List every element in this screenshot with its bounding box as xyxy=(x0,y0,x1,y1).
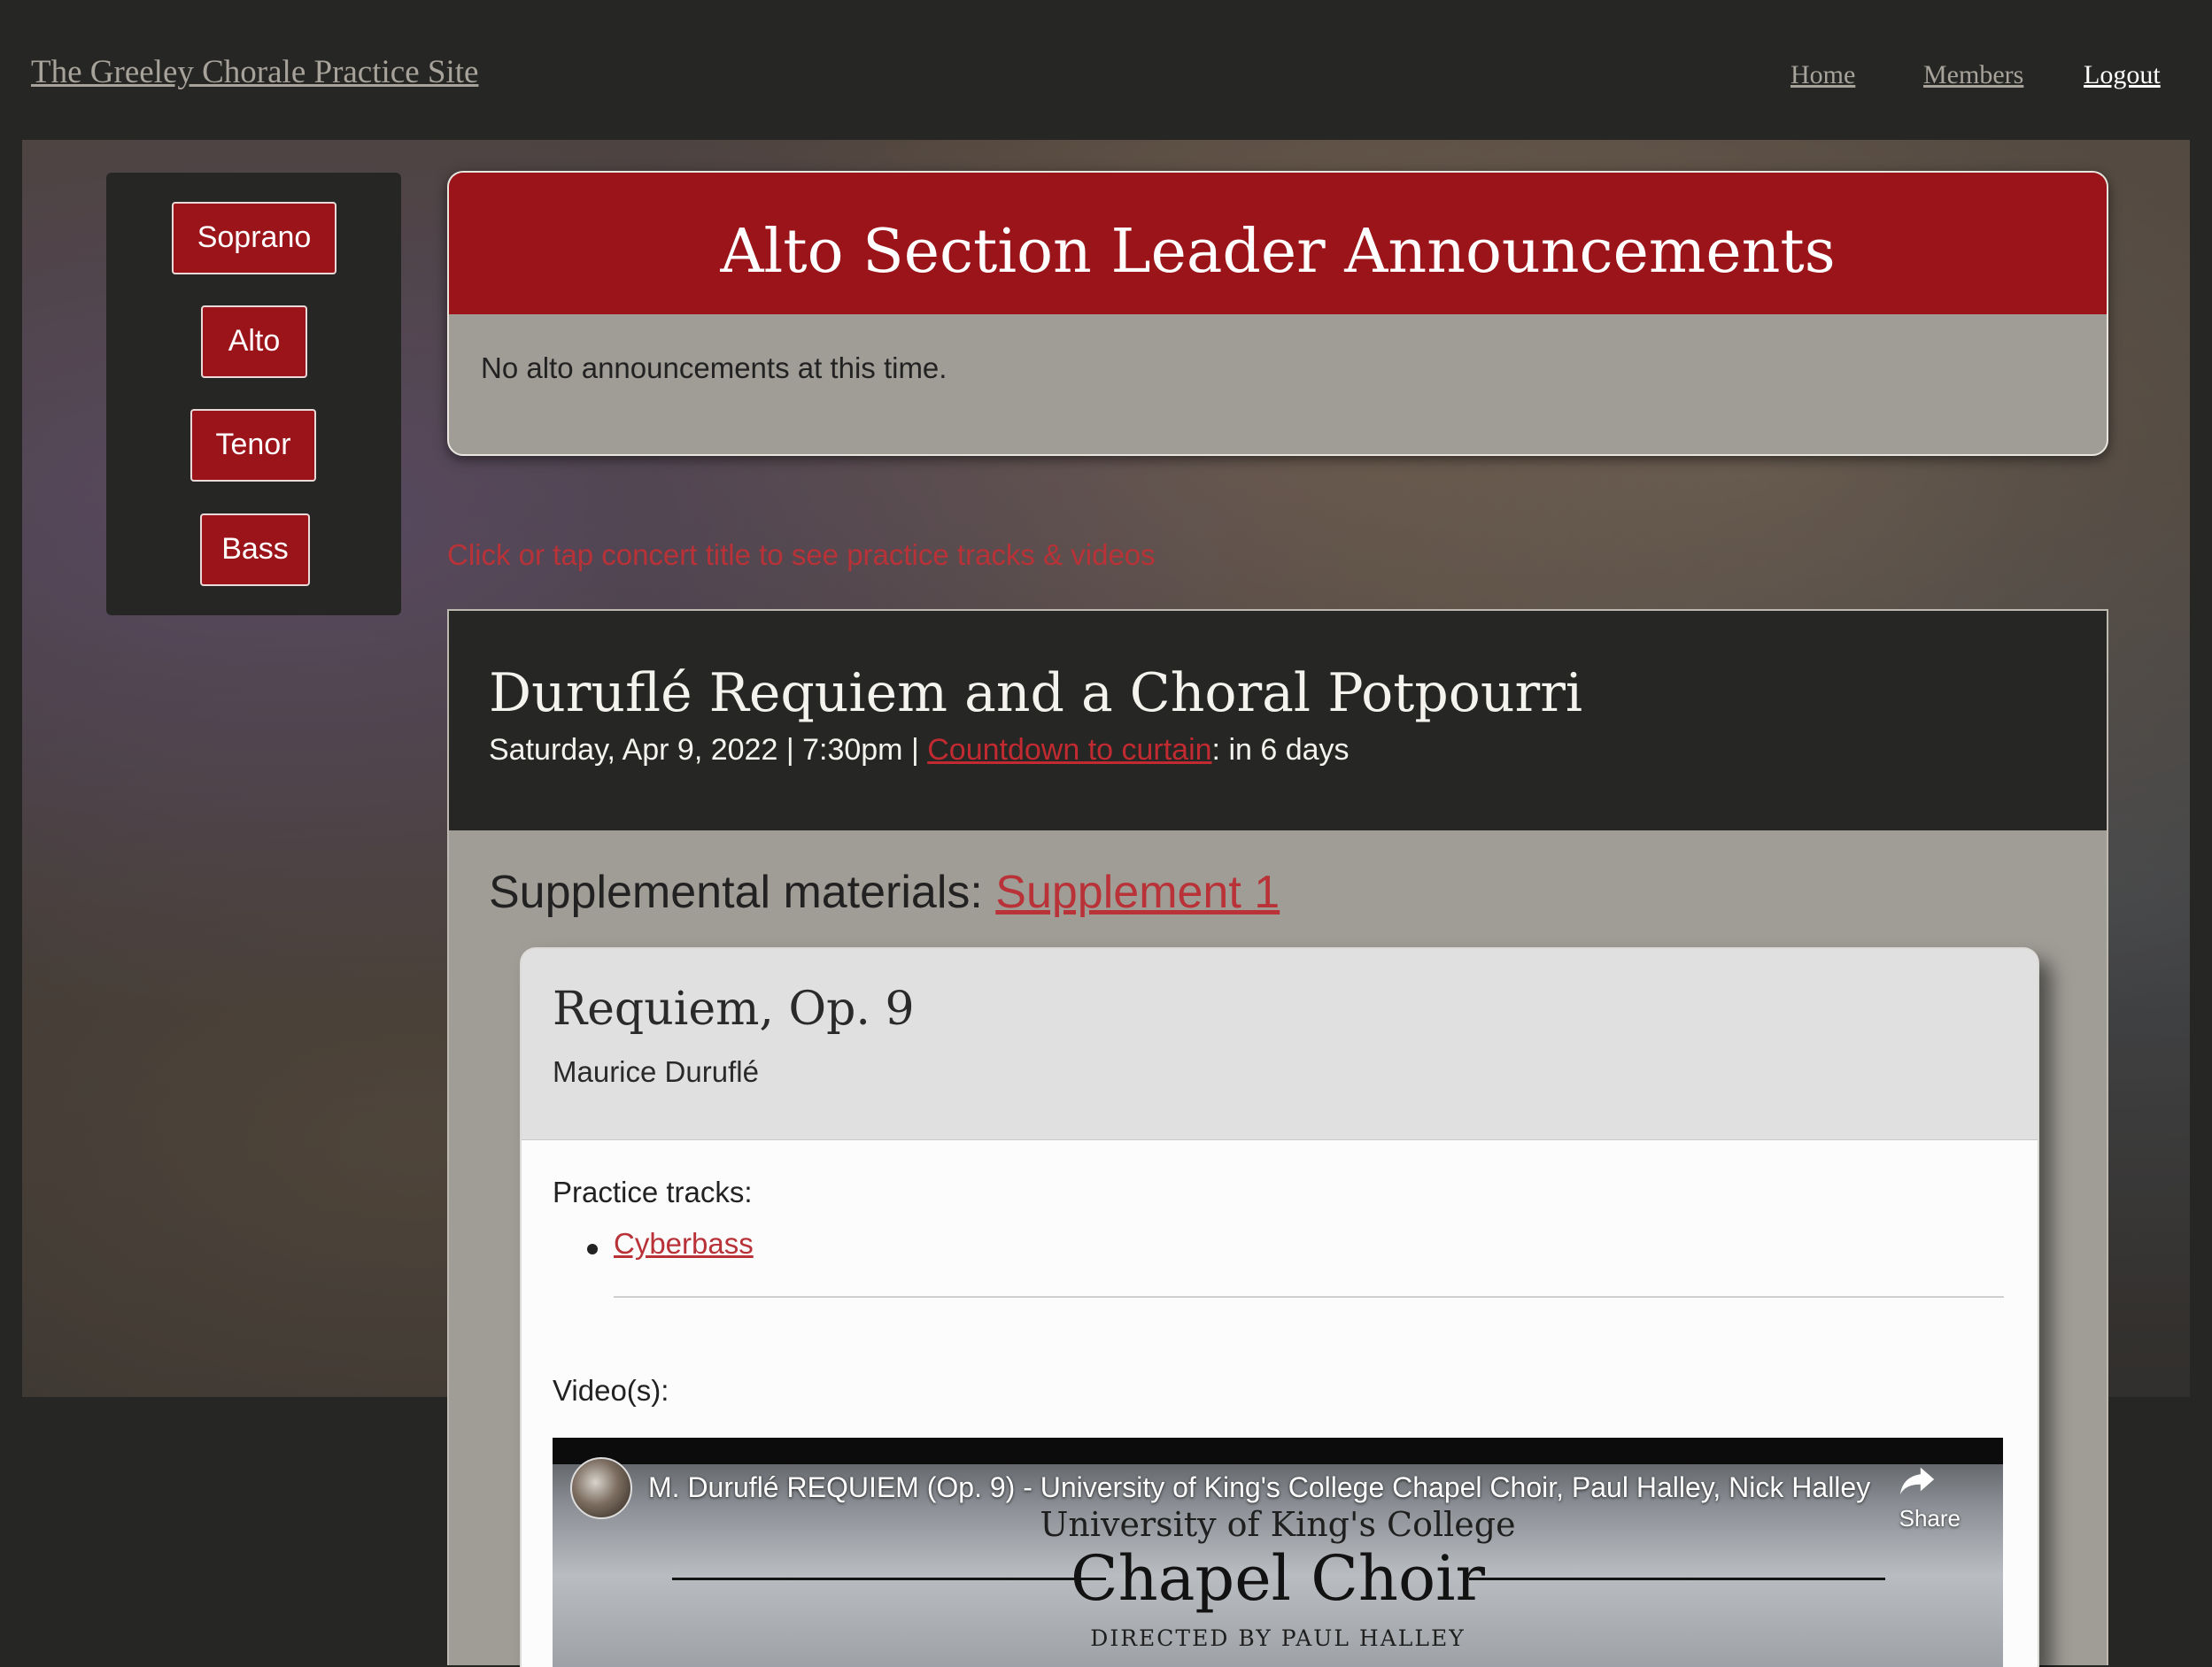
practice-tracks-label: Practice tracks: xyxy=(553,1176,753,1208)
concert-card: Duruflé Requiem and a Choral Potpourri S… xyxy=(447,609,2108,1667)
piece-header: Requiem, Op. 9 Maurice Duruflé xyxy=(522,949,2038,1140)
announcements-title: Alto Section Leader Announcements xyxy=(720,217,1836,287)
concert-header[interactable]: Duruflé Requiem and a Choral Potpourri S… xyxy=(449,611,2107,830)
piece-composer: Maurice Duruflé xyxy=(553,1055,759,1088)
list-bullet xyxy=(587,1244,598,1254)
site-title-link[interactable]: The Greeley Chorale Practice Site xyxy=(31,53,478,91)
announcements-card: Alto Section Leader Announcements No alt… xyxy=(447,171,2108,456)
video-overlay-line3: DIRECTED BY PAUL HALLEY xyxy=(1090,1625,1466,1651)
announcements-header: Alto Section Leader Announcements xyxy=(449,173,2107,314)
concert-date-time: Saturday, Apr 9, 2022 | 7:30pm | xyxy=(489,733,928,767)
nav-home-link[interactable]: Home xyxy=(1790,60,1855,90)
concert-hint-text: Click or tap concert title to see practi… xyxy=(447,538,1156,571)
bass-button[interactable]: Bass xyxy=(200,513,310,586)
top-navbar: The Greeley Chorale Practice Site Home M… xyxy=(0,0,2212,140)
video-overlay-line2: Chapel Choir xyxy=(1071,1542,1485,1615)
divider xyxy=(614,1296,2004,1298)
tenor-button[interactable]: Tenor xyxy=(190,409,316,482)
announcements-body: No alto announcements at this time. xyxy=(481,351,947,384)
supplement-link[interactable]: Supplement 1 xyxy=(995,867,1280,918)
voice-part-sidebar: Soprano Alto Tenor Bass xyxy=(106,173,401,615)
nav-members-link[interactable]: Members xyxy=(1923,60,2023,90)
video-embed[interactable]: M. Duruflé REQUIEM (Op. 9) - University … xyxy=(553,1438,2003,1667)
track-link-cyberbass[interactable]: Cyberbass xyxy=(614,1227,754,1261)
video-title[interactable]: M. Duruflé REQUIEM (Op. 9) - University … xyxy=(648,1471,1870,1504)
video-topbar xyxy=(553,1438,2003,1464)
countdown-value: : in 6 days xyxy=(1211,733,1350,767)
soprano-button[interactable]: Soprano xyxy=(172,202,336,274)
piece-card: Requiem, Op. 9 Maurice Duruflé Practice … xyxy=(520,947,2039,1667)
video-overlay-line1: University of King's College xyxy=(1040,1505,1516,1544)
countdown-link[interactable]: Countdown to curtain xyxy=(927,733,1211,767)
concert-title[interactable]: Duruflé Requiem and a Choral Potpourri xyxy=(489,662,1582,724)
concert-date-line: Saturday, Apr 9, 2022 | 7:30pm | Countdo… xyxy=(489,733,1350,768)
videos-label: Video(s): xyxy=(553,1374,669,1407)
nav-logout-link[interactable]: Logout xyxy=(2084,60,2161,90)
supplemental-materials: Supplemental materials: Supplement 1 xyxy=(489,866,1280,919)
supplemental-label: Supplemental materials: xyxy=(489,867,996,918)
share-icon[interactable] xyxy=(1897,1459,1937,1500)
alto-button[interactable]: Alto xyxy=(201,305,307,378)
piece-title: Requiem, Op. 9 xyxy=(553,983,915,1036)
